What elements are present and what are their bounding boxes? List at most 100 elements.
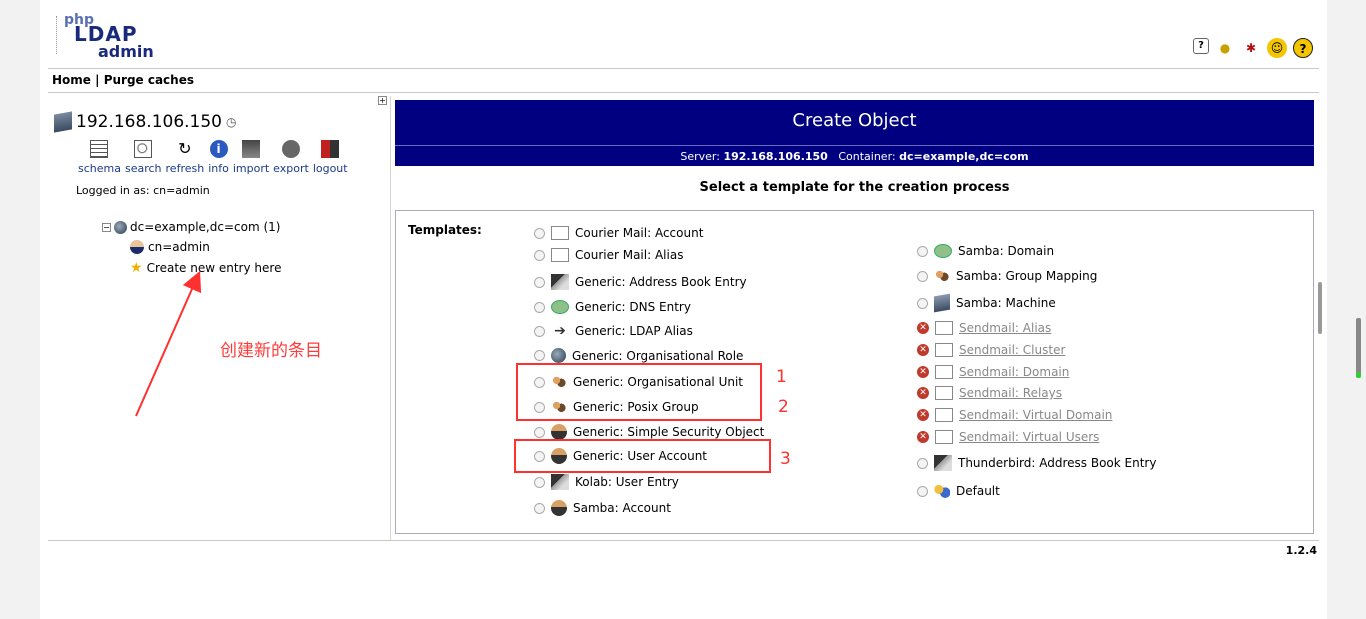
template-label[interactable]: Generic: Organisational Role (572, 349, 743, 363)
template-label[interactable]: Generic: Address Book Entry (575, 275, 747, 289)
page-title: Create Object (792, 110, 917, 131)
globe-icon (551, 348, 566, 363)
mail-icon (935, 343, 953, 357)
container-label: Container: (838, 150, 896, 163)
template-sendmail-relays: ✕ Sendmail: Relays (917, 386, 1062, 400)
template-label: Sendmail: Domain (959, 365, 1070, 379)
template-label: Sendmail: Relays (959, 386, 1063, 400)
template-sendmail-domain: ✕ Sendmail: Domain (917, 365, 1069, 379)
templates-box: Templates: Courier Mail: Account Courier… (395, 210, 1314, 534)
group-icon (934, 268, 950, 284)
server-label: Server: (680, 150, 720, 163)
template-label[interactable]: Samba: Group Mapping (956, 269, 1097, 283)
mail-icon (935, 365, 953, 379)
help-icon[interactable]: ? (1193, 38, 1209, 54)
default-icon (934, 483, 950, 499)
template-label[interactable]: Default (956, 484, 1000, 498)
radio-button[interactable] (917, 270, 928, 282)
template-simple-security[interactable]: Generic: Simple Security Object (534, 424, 764, 440)
radio-button[interactable] (534, 249, 545, 261)
person-icon (551, 500, 567, 516)
disabled-icon: ✕ (917, 387, 929, 399)
radio-button[interactable] (917, 457, 928, 469)
radio-button[interactable] (917, 245, 928, 257)
arrow-right-icon: ➔ (554, 323, 566, 339)
template-label: Sendmail: Alias (959, 321, 1052, 335)
template-label: Sendmail: Cluster (959, 343, 1066, 357)
top-nav: Home | Purge caches (52, 73, 194, 87)
side-scroll-indicator[interactable] (1356, 318, 1361, 378)
template-label[interactable]: Generic: Simple Security Object (573, 425, 764, 439)
template-org-role[interactable]: Generic: Organisational Role (534, 348, 743, 363)
machine-icon (934, 293, 950, 313)
title-separator (395, 145, 1314, 146)
address-book-icon (934, 455, 952, 471)
template-samba-group-mapping[interactable]: Samba: Group Mapping (917, 268, 1097, 284)
template-label[interactable]: Generic: DNS Entry (575, 300, 691, 314)
template-courier-alias[interactable]: Courier Mail: Alias (534, 248, 683, 262)
radio-button[interactable] (917, 485, 928, 497)
template-samba-machine[interactable]: Samba: Machine (917, 293, 1056, 313)
title-subline: Server: 192.168.106.150 Container: dc=ex… (395, 150, 1314, 163)
marker-1: 1 (776, 367, 787, 387)
template-dns-entry[interactable]: Generic: DNS Entry (534, 300, 691, 314)
radio-button[interactable] (534, 276, 545, 288)
select-template-heading: Select a template for the creation proce… (699, 180, 1010, 195)
template-sendmail-virtual-domain: ✕ Sendmail: Virtual Domain (917, 408, 1112, 422)
disabled-icon: ✕ (917, 366, 929, 378)
phpldapadmin-logo[interactable]: php LDAP admin (54, 10, 164, 61)
mail-person-icon (551, 226, 569, 240)
bug-icon[interactable]: ✱ (1241, 38, 1261, 58)
radio-button[interactable] (534, 502, 545, 514)
person-icon (551, 424, 567, 440)
templates-label: Templates: (408, 223, 482, 237)
scrollbar-thumb[interactable] (1318, 282, 1322, 334)
highlight-box-1-2 (516, 363, 762, 421)
home-link[interactable]: Home (52, 73, 91, 87)
footer-divider (48, 540, 1319, 541)
purge-caches-link[interactable]: Purge caches (104, 73, 194, 87)
logo-tree-lines (56, 16, 64, 54)
template-label[interactable]: Samba: Machine (956, 296, 1056, 310)
template-default[interactable]: Default (917, 483, 1000, 499)
radio-button[interactable] (534, 227, 545, 239)
disabled-icon: ✕ (917, 322, 929, 334)
template-kolab-user[interactable]: Kolab: User Entry (534, 474, 679, 490)
template-label[interactable]: Courier Mail: Account (575, 226, 703, 240)
template-label[interactable]: Kolab: User Entry (575, 475, 679, 489)
template-samba-account[interactable]: Samba: Account (534, 500, 671, 516)
template-courier-account[interactable]: Courier Mail: Account (534, 226, 703, 240)
radio-button[interactable] (534, 325, 545, 337)
mail-icon (935, 321, 953, 335)
radio-button[interactable] (917, 297, 928, 309)
template-address-book[interactable]: Generic: Address Book Entry (534, 274, 747, 290)
template-sendmail-virtual-users: ✕ Sendmail: Virtual Users (917, 430, 1099, 444)
radio-button[interactable] (534, 476, 545, 488)
template-label: Sendmail: Virtual Domain (959, 408, 1113, 422)
header-divider (48, 68, 1319, 69)
nav-separator: | (90, 73, 104, 87)
marker-2: 2 (778, 397, 789, 417)
domain-icon (934, 244, 952, 258)
template-label[interactable]: Generic: LDAP Alias (575, 324, 693, 338)
disabled-icon: ✕ (917, 431, 929, 443)
header-icons: ? ● ✱ ☺ ? (1193, 38, 1313, 58)
template-thunderbird-address-book[interactable]: Thunderbird: Address Book Entry (917, 455, 1156, 471)
radio-button[interactable] (534, 301, 545, 313)
mail-alias-icon (551, 248, 569, 262)
template-label[interactable]: Samba: Domain (958, 244, 1054, 258)
radio-button[interactable] (534, 350, 545, 361)
template-label[interactable]: Courier Mail: Alias (575, 248, 683, 262)
smile-icon[interactable]: ☺ (1267, 38, 1287, 58)
disabled-icon: ✕ (917, 409, 929, 421)
highlight-box-3 (514, 439, 771, 473)
template-ldap-alias[interactable]: ➔ Generic: LDAP Alias (534, 324, 693, 338)
annotation-arrow (135, 270, 202, 417)
hint-icon[interactable]: ● (1215, 38, 1235, 58)
radio-button[interactable] (534, 426, 545, 438)
nav-divider (48, 92, 1319, 93)
template-samba-domain[interactable]: Samba: Domain (917, 244, 1054, 258)
template-label[interactable]: Thunderbird: Address Book Entry (958, 456, 1156, 470)
template-label[interactable]: Samba: Account (573, 501, 671, 515)
support-icon[interactable]: ? (1293, 38, 1313, 58)
